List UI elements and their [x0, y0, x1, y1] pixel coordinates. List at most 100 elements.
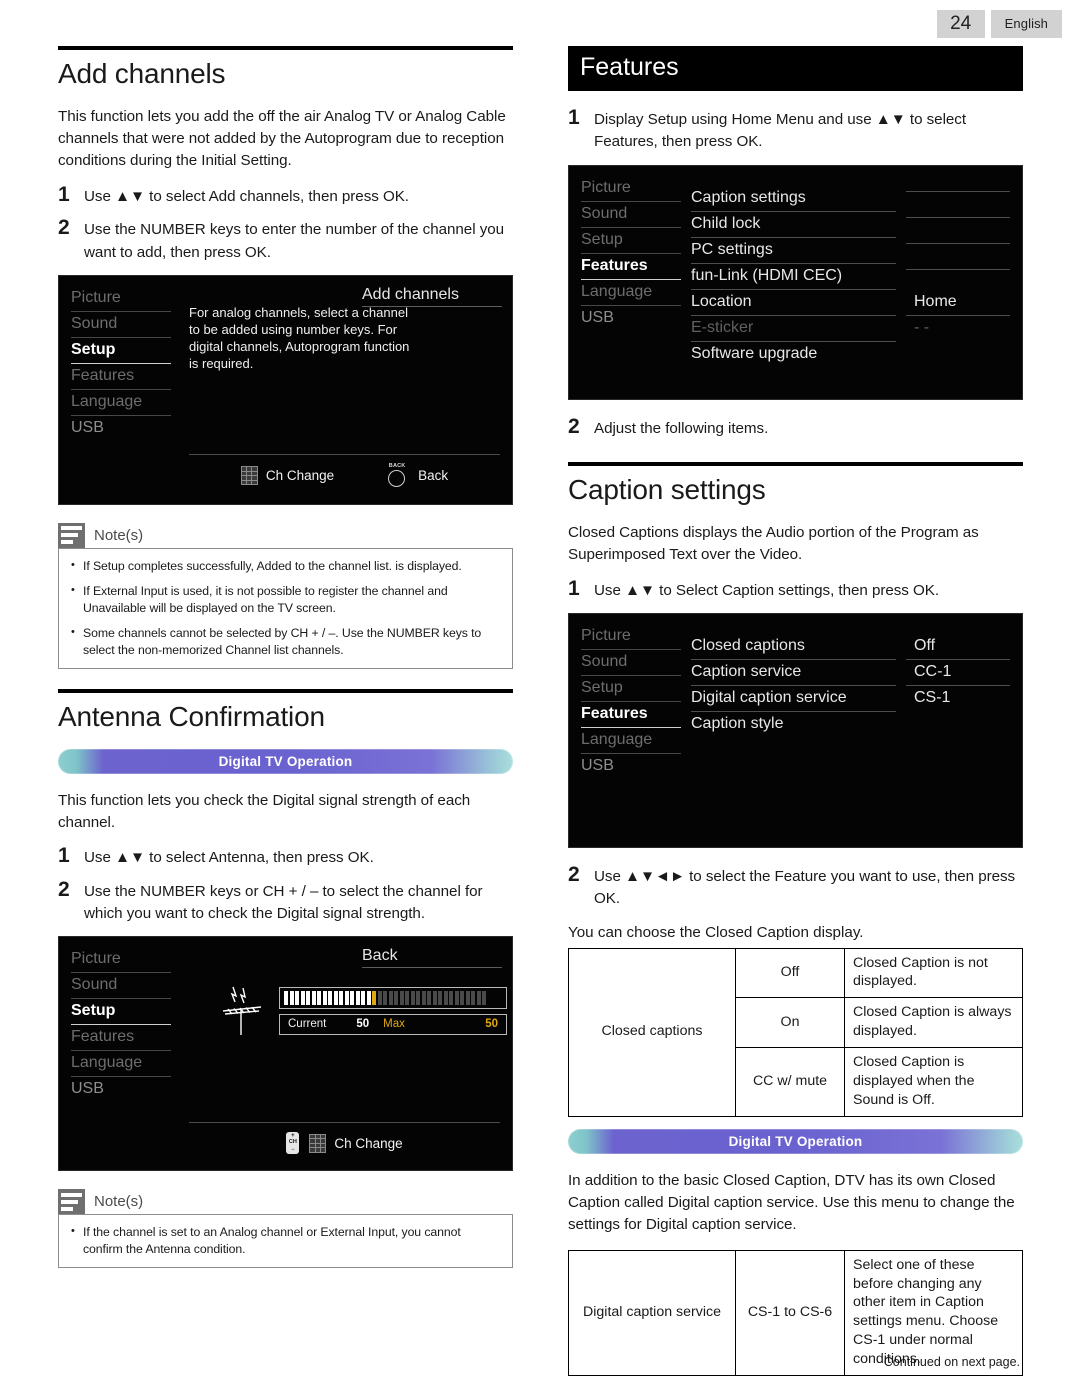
menu-row-name: Caption service	[691, 660, 896, 686]
step-text: Use ▲▼ to select Antenna, then press OK.	[84, 849, 374, 867]
notes-box-add-channels: Note(s) • If Setup completes successfully…	[58, 522, 513, 669]
menu-row-name: fun-Link (HDMI CEC)	[691, 264, 896, 290]
max-value: 50	[485, 1018, 498, 1031]
step-text: Use the NUMBER keys to enter the number …	[84, 221, 505, 261]
step-number: 1	[58, 182, 70, 206]
sidebar-item-sound[interactable]: Sound	[581, 650, 681, 676]
step-text: Use the NUMBER keys or CH + / – to selec…	[84, 882, 483, 922]
menu-row[interactable]: Closed captions Off	[691, 634, 1010, 660]
caption-settings-step-1: 1 Use ▲▼ to Select Caption settings, the…	[568, 577, 1023, 602]
sidebar-item-setup[interactable]: Setup	[71, 338, 171, 364]
sidebar-item-features[interactable]: Features	[581, 702, 681, 728]
sidebar-item-setup[interactable]: Setup	[581, 228, 681, 254]
table-description-cell: Closed Caption is not displayed.	[844, 947, 1023, 999]
sidebar-item-language[interactable]: Language	[581, 280, 681, 306]
add-channels-step-2: 2 Use the NUMBER keys to enter the numbe…	[58, 216, 513, 264]
tv-menu-footer: Ch Change BACK Back	[189, 453, 500, 498]
continued-footer: Continued on next page.	[883, 1355, 1020, 1369]
sidebar-item-usb[interactable]: USB	[71, 416, 171, 441]
sidebar-item-features[interactable]: Features	[71, 1025, 171, 1052]
sidebar-item-usb[interactable]: USB	[581, 306, 681, 331]
notes-icon	[58, 522, 85, 548]
ch-change-label: Ch Change	[265, 468, 335, 484]
sidebar-item-picture[interactable]: Picture	[581, 176, 681, 202]
menu-row[interactable]: Location Home	[691, 290, 1010, 316]
sidebar-item-sound[interactable]: Sound	[581, 202, 681, 228]
antenna-icon	[222, 986, 262, 1036]
tv-menu-add-channels: Picture Sound Setup Features Language US…	[58, 274, 513, 505]
tv-menu-right-title: Add channels	[362, 286, 502, 307]
page-title-caption-settings: Caption settings	[568, 474, 766, 506]
note-text: If the channel is set to an Analog chann…	[83, 1225, 461, 1257]
menu-row-value: - -	[914, 318, 930, 336]
step-text: Use ▲▼ to Select Caption settings, then …	[594, 581, 940, 599]
notes-title: Note(s)	[94, 1193, 144, 1211]
sidebar-item-features[interactable]: Features	[71, 364, 171, 390]
notes-box-antenna: Note(s) • If the channel is set to an Ana…	[58, 1189, 513, 1269]
note-item: • If Setup completes successfully, Added …	[71, 558, 500, 575]
notes-icon	[58, 1189, 85, 1215]
page-title-antenna-confirmation: Antenna Confirmation	[58, 700, 325, 732]
sidebar-item-language[interactable]: Language	[71, 390, 171, 416]
digital-tv-operation-badge: Digital TV Operation	[58, 748, 513, 774]
menu-row[interactable]: Child lock	[691, 212, 1010, 238]
ch-plus-minus-button[interactable]: + CH −	[286, 1132, 300, 1155]
sidebar-item-sound[interactable]: Sound	[71, 312, 171, 338]
notes-header: Note(s)	[58, 1189, 513, 1215]
sidebar-item-usb[interactable]: USB	[71, 1077, 171, 1102]
caption-settings-intro: Closed Captions displays the Audio porti…	[568, 523, 979, 564]
features-menu-list: Caption settings Child lock PC settings …	[691, 176, 1022, 367]
sidebar-item-features[interactable]: Features	[581, 254, 681, 280]
notes-header: Note(s)	[58, 522, 513, 548]
section-banner-features: Features	[568, 46, 1023, 91]
step-number: 2	[568, 862, 580, 886]
table-description-cell: Closed Caption is always displayed.	[844, 997, 1023, 1049]
menu-row[interactable]: Caption settings	[691, 186, 1010, 212]
ch-change-button[interactable]: Ch Change	[309, 1133, 403, 1153]
sidebar-item-language[interactable]: Language	[71, 1051, 171, 1078]
notes-body: • If the channel is set to an Analog chan…	[58, 1214, 513, 1269]
menu-row[interactable]: Software upgrade	[691, 342, 1010, 367]
back-label: Back	[418, 468, 449, 484]
right-column: Features 1 Display Setup using Home Menu…	[568, 46, 1023, 1388]
current-label: Current	[288, 1018, 327, 1031]
menu-row-name: Digital caption service	[691, 686, 896, 712]
keypad-icon	[240, 466, 258, 486]
menu-row-value: Home	[906, 290, 1010, 316]
sidebar-item-sound[interactable]: Sound	[71, 973, 171, 1000]
antenna-step-1: 1 Use ▲▼ to select Antenna, then press O…	[58, 844, 513, 869]
table-option-cell: CC w/ mute	[735, 1047, 845, 1117]
step-number: 2	[58, 877, 70, 901]
tv-menu-sidebar: Picture Sound Setup Features Language US…	[569, 614, 691, 779]
table-label-cell: Closed captions	[568, 947, 736, 1117]
sidebar-item-language[interactable]: Language	[581, 728, 681, 754]
menu-row[interactable]: Caption style	[691, 712, 1010, 737]
menu-row-name: Closed captions	[691, 634, 896, 660]
sidebar-item-picture[interactable]: Picture	[581, 624, 681, 650]
sidebar-item-picture[interactable]: Picture	[71, 286, 171, 312]
menu-row-value	[906, 342, 1010, 347]
menu-row[interactable]: PC settings	[691, 238, 1010, 264]
note-item: • If the channel is set to an Analog chan…	[71, 1224, 500, 1258]
table-option-cell: On	[735, 997, 845, 1049]
dtv-paragraph: In addition to the basic Closed Caption,…	[568, 1171, 1015, 1234]
sidebar-item-picture[interactable]: Picture	[71, 947, 171, 974]
features-step-2: 2 Adjust the following items.	[568, 415, 1023, 440]
sidebar-item-setup[interactable]: Setup	[581, 676, 681, 702]
sidebar-item-usb[interactable]: USB	[581, 754, 681, 779]
ch-change-button[interactable]: Ch Change	[240, 466, 335, 486]
menu-row[interactable]: Caption service CC-1	[691, 660, 1010, 686]
section-rule	[58, 46, 513, 50]
menu-row[interactable]: fun-Link (HDMI CEC)	[691, 264, 1010, 290]
page-number: 24	[936, 10, 985, 38]
caption-settings-step-2: 2 Use ▲▼◄► to select the Feature you wan…	[568, 862, 1023, 911]
menu-row: E-sticker - -	[691, 316, 1010, 342]
note-item: • If External Input is used, it is not po…	[71, 583, 500, 617]
menu-row[interactable]: Digital caption service CS-1	[691, 686, 1010, 712]
section-rule	[58, 688, 513, 693]
sidebar-item-setup[interactable]: Setup	[71, 999, 171, 1026]
add-channels-intro: This function lets you add the off the a…	[58, 107, 506, 170]
menu-row-name: Caption settings	[691, 186, 896, 212]
caption-menu-list: Closed captions Off Caption service CC-1 D…	[691, 624, 1022, 737]
back-button[interactable]: BACK Back	[386, 463, 449, 488]
